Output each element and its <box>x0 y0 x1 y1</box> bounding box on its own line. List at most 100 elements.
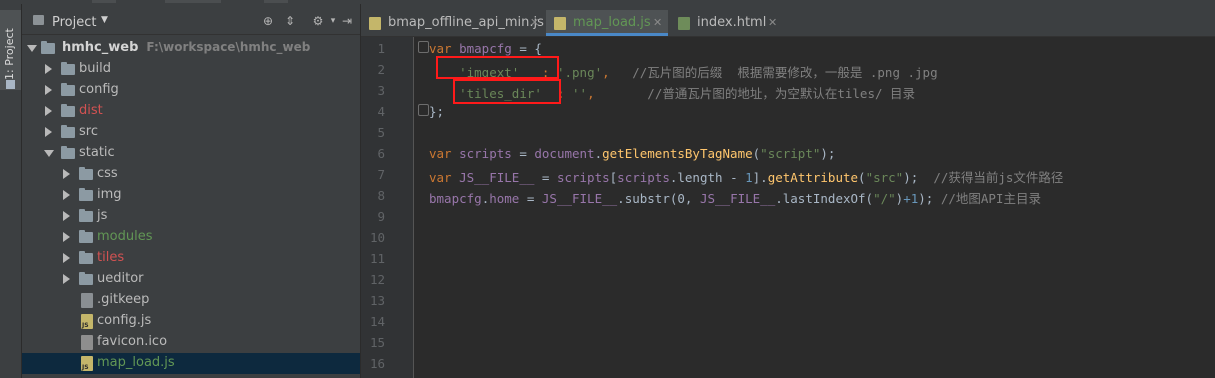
tree-item-config[interactable]: config <box>22 80 360 101</box>
folder-icon <box>79 188 93 201</box>
folder-icon <box>79 251 93 264</box>
tree-item-config-js[interactable]: config.js <box>22 311 360 332</box>
fold-marker-icon[interactable] <box>418 104 429 116</box>
folder-icon <box>61 62 75 75</box>
line-number: 8 <box>377 188 385 203</box>
expand-arrow-icon[interactable] <box>63 253 70 263</box>
expand-arrow-icon[interactable] <box>27 45 37 52</box>
locate-target-icon[interactable]: ⊕ <box>261 14 275 28</box>
line-number: 7 <box>377 167 385 182</box>
js-file-icon <box>81 314 93 329</box>
expand-arrow-icon[interactable] <box>45 106 52 116</box>
tab-label: index.html <box>697 15 767 30</box>
folder-icon <box>79 230 93 243</box>
gear-menu-chevron-icon[interactable]: ▾ <box>326 14 340 28</box>
tool-window-strip: 1: Project <box>0 4 22 378</box>
line-number: 2 <box>377 62 385 77</box>
expand-arrow-icon[interactable] <box>45 85 52 95</box>
tab-index-html[interactable]: index.html ✕ <box>670 10 784 36</box>
line-number: 9 <box>377 209 385 224</box>
js-file-icon <box>81 356 93 371</box>
tool-window-icon <box>6 80 15 89</box>
html-file-icon <box>678 17 690 30</box>
tree-item-label: img <box>97 187 122 202</box>
line-number: 13 <box>369 293 385 308</box>
project-panel-header: Project ▼ ⊕ ⇕ ⚙ ▾ ⇥ <box>22 4 360 35</box>
project-path: F:\workspace\hmhc_web <box>146 40 311 54</box>
tree-item-dist[interactable]: dist <box>22 101 360 122</box>
tree-item-label: static <box>79 145 115 160</box>
close-icon[interactable]: ✕ <box>530 16 539 29</box>
tree-item-label: config.js <box>97 313 152 328</box>
tab-label: map_load.js <box>573 15 651 30</box>
folder-icon <box>61 125 75 138</box>
tree-item-src[interactable]: src <box>22 122 360 143</box>
expand-arrow-icon[interactable] <box>45 127 52 137</box>
code-line-8: bmapcfg.home = JS__FILE__.substr(0, JS__… <box>429 191 1041 206</box>
tree-item-label: modules <box>97 229 153 244</box>
project-panel: Project ▼ ⊕ ⇕ ⚙ ▾ ⇥ hmhc_web F:\workspace… <box>22 4 360 378</box>
project-tool-window-label: 1: Project <box>3 28 16 80</box>
tree-item-label: build <box>79 61 111 76</box>
js-file-icon <box>554 17 566 30</box>
tree-item-label: ueditor <box>97 271 144 286</box>
tree-item-img[interactable]: img <box>22 185 360 206</box>
tree-item-map-load-js[interactable]: map_load.js <box>22 353 360 374</box>
close-icon[interactable]: ✕ <box>653 16 662 29</box>
line-number: 10 <box>369 230 385 245</box>
tree-item-js[interactable]: js <box>22 206 360 227</box>
tree-item-css[interactable]: css <box>22 164 360 185</box>
project-panel-title[interactable]: Project <box>52 15 96 30</box>
line-number: 5 <box>377 125 385 140</box>
tree-item-gitkeep[interactable]: .gitkeep <box>22 290 360 311</box>
tree-item-hmhc-web[interactable]: hmhc_web F:\workspace\hmhc_web <box>22 38 360 59</box>
gear-icon[interactable]: ⚙ <box>311 14 325 28</box>
expand-arrow-icon[interactable] <box>63 274 70 284</box>
folder-icon <box>41 41 55 54</box>
tree-item-ueditor[interactable]: ueditor <box>22 269 360 290</box>
project-view-icon <box>33 15 44 25</box>
toolbar-fragment <box>92 0 116 3</box>
tree-item-label: js <box>97 208 108 223</box>
toolbar-fragment <box>264 0 288 3</box>
tree-item-tiles[interactable]: tiles <box>22 248 360 269</box>
highlight-box-tiles-dir <box>453 79 561 104</box>
tree-item-build[interactable]: build <box>22 59 360 80</box>
code-line-6: var scripts = document.getElementsByTagN… <box>429 146 836 161</box>
expand-arrow-icon[interactable] <box>63 211 70 221</box>
line-number-gutter: 1 2 3 4 5 6 7 8 9 10 11 12 13 14 15 16 <box>361 37 414 378</box>
code-line-1: var bmapcfg = { <box>429 41 542 56</box>
line-number: 12 <box>369 272 385 287</box>
folder-icon <box>79 167 93 180</box>
tree-item-label: tiles <box>97 250 125 265</box>
expand-arrow-icon[interactable] <box>63 232 70 242</box>
expand-arrow-icon[interactable] <box>45 64 52 74</box>
expand-arrow-icon[interactable] <box>63 190 70 200</box>
line-number: 14 <box>369 314 385 329</box>
hide-panel-icon[interactable]: ⇥ <box>340 14 354 28</box>
tree-item-modules[interactable]: modules <box>22 227 360 248</box>
fold-marker-icon[interactable] <box>418 41 429 53</box>
tree-item-label: hmhc_web F:\workspace\hmhc_web <box>62 40 311 55</box>
code-line-4: }; <box>429 104 445 119</box>
tree-item-static[interactable]: static <box>22 143 360 164</box>
expand-arrow-icon[interactable] <box>44 150 54 157</box>
highlight-box-imgext <box>436 56 559 79</box>
tree-item-label: src <box>79 124 98 139</box>
editor-tab-bar: bmap_offline_api_min.js ✕ map_load.js ✕ … <box>361 4 1215 37</box>
tree-item-favicon-ico[interactable]: favicon.ico <box>22 332 360 353</box>
line-number: 1 <box>377 41 385 56</box>
tab-map-load-js[interactable]: map_load.js ✕ <box>546 10 668 36</box>
tree-item-label: favicon.ico <box>97 334 168 349</box>
collapse-all-icon[interactable]: ⇕ <box>283 14 297 28</box>
project-tool-window-tab[interactable]: 1: Project <box>0 10 21 90</box>
expand-arrow-icon[interactable] <box>63 169 70 179</box>
chevron-down-icon[interactable]: ▼ <box>101 15 108 25</box>
tab-bmap-offline-api-min-js[interactable]: bmap_offline_api_min.js ✕ <box>361 10 544 36</box>
line-number: 3 <box>377 83 385 98</box>
close-icon[interactable]: ✕ <box>768 16 777 29</box>
code-line-7: var JS__FILE__ = scripts[scripts.length … <box>429 170 1064 185</box>
text-file-icon <box>81 293 93 308</box>
folder-icon <box>79 272 93 285</box>
js-file-icon <box>369 17 381 30</box>
